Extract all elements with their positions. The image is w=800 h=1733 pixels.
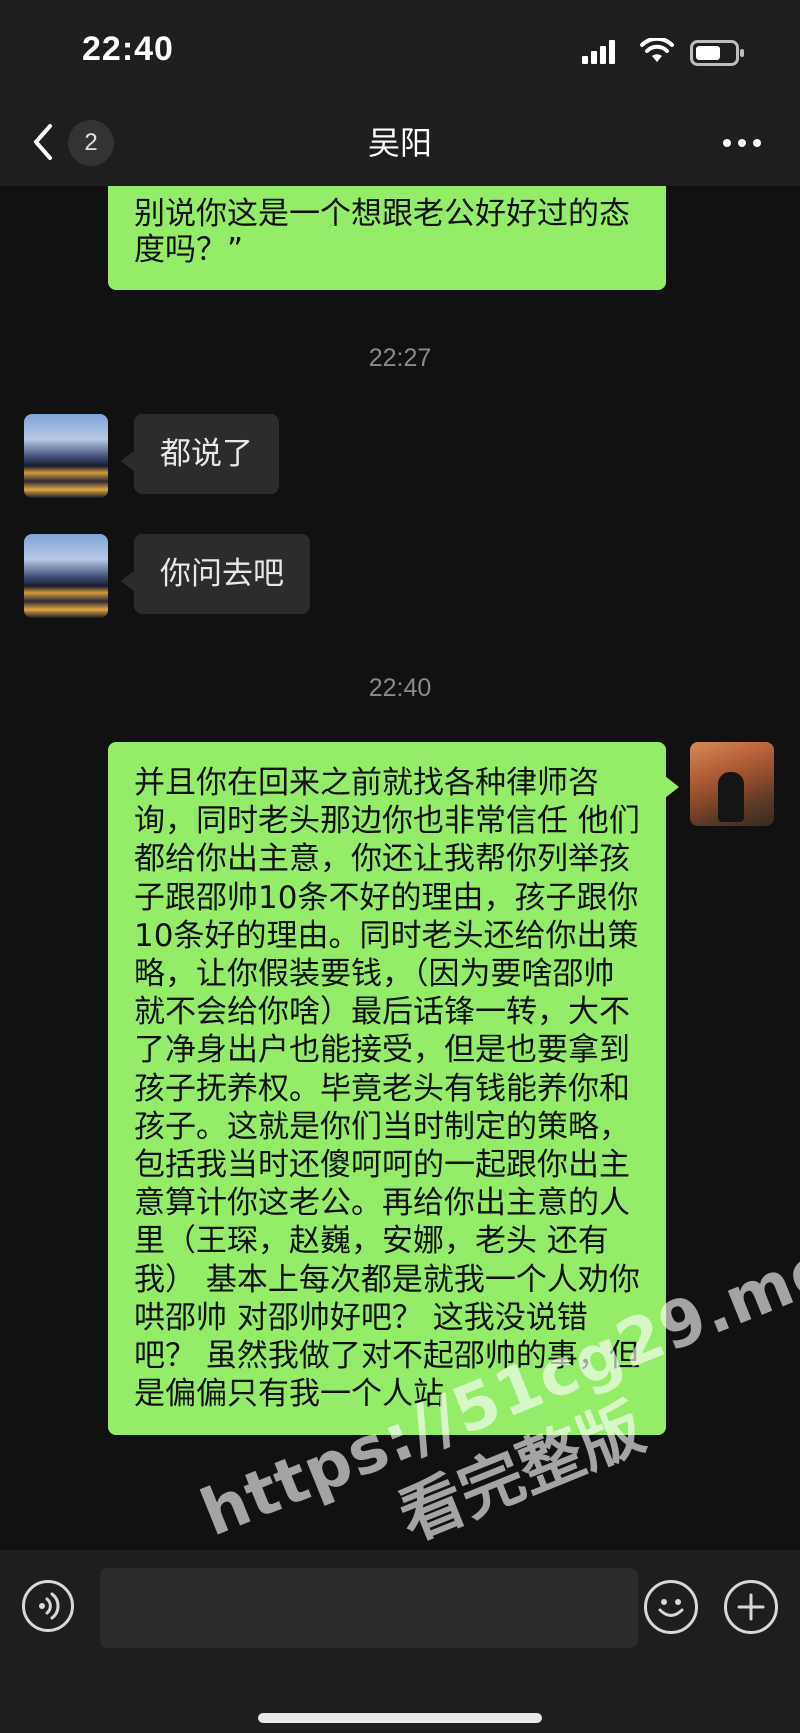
voice-icon xyxy=(39,1592,60,1620)
more-dots-icon[interactable] xyxy=(722,138,762,148)
voice-button[interactable] xyxy=(22,1580,74,1632)
wifi-icon xyxy=(640,38,674,62)
message-bubble-outgoing[interactable]: 并且你在回来之前就找各种律师咨询，同时老头那边你也非常信任 他们都给你出主意，你… xyxy=(108,742,679,1436)
chevron-left-icon[interactable] xyxy=(30,122,56,162)
battery-icon xyxy=(690,40,744,66)
message-text: 并且你在回来之前就找各种律师咨询，同时老头那边你也非常信任 他们都给你出主意，你… xyxy=(134,765,640,1413)
input-bar xyxy=(0,1550,800,1733)
contact-avatar[interactable] xyxy=(24,534,108,618)
home-indicator xyxy=(258,1713,542,1723)
signal-bars-icon xyxy=(582,40,615,64)
message-bubble-incoming[interactable]: 都说了 xyxy=(121,414,279,494)
unread-count-badge[interactable]: 2 xyxy=(68,120,114,166)
contact-avatar[interactable] xyxy=(24,414,108,498)
message-text: 别说你这是一个想跟老公好好过的态度吗？” xyxy=(134,196,630,268)
chat-screen: 22:40 2 吴阳 别说你这是一个想跟老公好好过的态度吗？” 22:27 都说… xyxy=(0,0,800,1733)
message-text: 你问去吧 xyxy=(160,556,284,592)
plus-icon xyxy=(737,1593,765,1621)
plus-button[interactable] xyxy=(724,1580,778,1634)
bubble-tail xyxy=(665,776,679,798)
status-bar: 22:40 xyxy=(0,0,800,100)
self-avatar[interactable] xyxy=(690,742,774,826)
status-time: 22:40 xyxy=(82,30,174,68)
nav-bar: 2 吴阳 xyxy=(0,100,800,186)
avatar-figure xyxy=(718,772,744,822)
message-input[interactable] xyxy=(100,1568,638,1648)
chat-title: 吴阳 xyxy=(367,124,432,162)
message-bubble-outgoing[interactable]: 别说你这是一个想跟老公好好过的态度吗？” xyxy=(108,186,666,290)
bubble-tail xyxy=(121,570,135,592)
message-bubble-incoming[interactable]: 你问去吧 xyxy=(121,534,310,614)
emoji-button[interactable] xyxy=(644,1580,698,1634)
bubble-tail xyxy=(121,450,135,472)
message-text: 都说了 xyxy=(160,436,253,472)
emoji-icon xyxy=(658,1599,684,1617)
message-timestamp: 22:40 xyxy=(368,674,432,702)
message-timestamp: 22:27 xyxy=(368,344,432,372)
message-list[interactable]: 别说你这是一个想跟老公好好过的态度吗？” 22:27 都说了 你问去吧 22:4… xyxy=(0,186,800,1550)
